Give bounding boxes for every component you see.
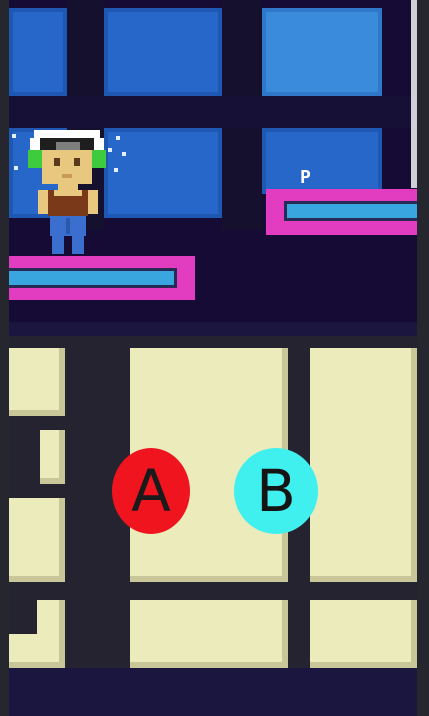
window-pane [104, 8, 222, 96]
sparkle-icon [114, 168, 118, 172]
platform-bar [284, 201, 424, 221]
building-block [310, 600, 417, 668]
sparkle-icon [14, 166, 18, 170]
player-character-icon [28, 128, 110, 256]
screen-frame-left [0, 0, 9, 716]
a-button[interactable]: A [112, 448, 190, 534]
building-block [40, 430, 65, 484]
ground [9, 668, 417, 716]
building-roofline [9, 322, 417, 336]
sparkle-icon [116, 136, 120, 140]
window-pane [262, 8, 382, 96]
building-block [130, 600, 288, 668]
sparkle-icon [108, 148, 112, 152]
platform-bar [5, 268, 177, 288]
building-block [9, 348, 65, 416]
window-pane [9, 8, 67, 96]
b-button-label: B [256, 457, 296, 525]
window-pane [262, 128, 382, 194]
a-button-label: A [131, 457, 171, 525]
platform-player [5, 256, 195, 300]
window-pane [104, 128, 222, 218]
sparkle-icon [12, 134, 16, 138]
building-block [310, 348, 417, 582]
building-block [9, 498, 65, 582]
screen-frame-right [417, 0, 429, 716]
platform-upper-right [266, 189, 424, 235]
platform-marker-label: P [300, 167, 311, 188]
building-block-notch [9, 600, 37, 634]
sparkle-icon [122, 152, 126, 156]
b-button[interactable]: B [234, 448, 318, 534]
window-divider [9, 96, 417, 128]
